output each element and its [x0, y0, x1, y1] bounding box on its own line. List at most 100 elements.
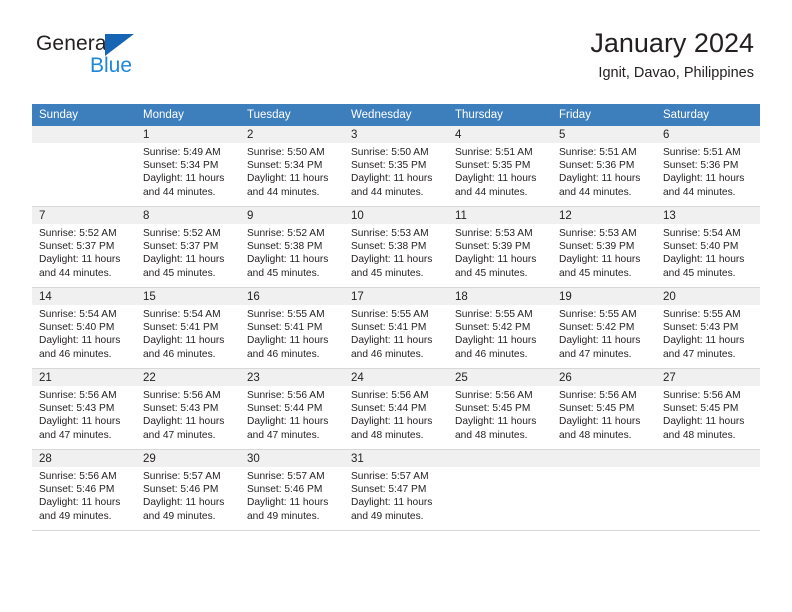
calendar-day-cell[interactable]: 25 Sunrise: 5:56 AM Sunset: 5:45 PM Dayligh… — [448, 368, 552, 450]
day-details: Sunrise: 5:54 AM Sunset: 5:40 PM Daylight:… — [32, 305, 136, 361]
calendar-day-cell[interactable]: 30 Sunrise: 5:57 AM Sunset: 5:46 PM Dayligh… — [240, 449, 344, 531]
daylight-text-line2: and 49 minutes. — [247, 510, 320, 522]
sunset-text: Sunset: 5:45 PM — [455, 403, 531, 415]
calendar-day-cell[interactable]: 20 Sunrise: 5:55 AM Sunset: 5:43 PM Dayligh… — [656, 287, 760, 369]
day-cell-inner: 26 Sunrise: 5:56 AM Sunset: 5:45 PM Dayligh… — [552, 369, 656, 449]
day-cell-inner: 16 Sunrise: 5:55 AM Sunset: 5:41 PM Dayligh… — [240, 288, 344, 368]
weekday-header-sunday: Sunday — [32, 104, 136, 126]
daylight-text-line2: and 44 minutes. — [39, 267, 112, 279]
daylight-text-line1: Daylight: 11 hours — [247, 335, 329, 347]
day-details: Sunrise: 5:53 AM Sunset: 5:38 PM Daylight:… — [344, 224, 448, 280]
calendar-day-cell[interactable]: 17 Sunrise: 5:55 AM Sunset: 5:41 PM Dayligh… — [344, 287, 448, 369]
calendar-empty-cell — [656, 449, 760, 531]
sunset-text: Sunset: 5:36 PM — [559, 160, 635, 172]
day-cell-inner — [656, 450, 760, 530]
sunset-text: Sunset: 5:47 PM — [351, 484, 427, 496]
calendar-day-cell[interactable]: 31 Sunrise: 5:57 AM Sunset: 5:47 PM Dayligh… — [344, 449, 448, 531]
day-cell-inner — [32, 126, 136, 206]
calendar-day-cell[interactable]: 9 Sunrise: 5:52 AM Sunset: 5:38 PM Daylight… — [240, 206, 344, 288]
day-cell-inner: 14 Sunrise: 5:54 AM Sunset: 5:40 PM Dayligh… — [32, 288, 136, 368]
calendar-day-cell[interactable]: 24 Sunrise: 5:56 AM Sunset: 5:44 PM Dayligh… — [344, 368, 448, 450]
day-number: 17 — [344, 288, 448, 305]
weekday-header-saturday: Saturday — [656, 104, 760, 126]
calendar-body: 1 Sunrise: 5:49 AM Sunset: 5:34 PM Daylight… — [32, 126, 760, 531]
calendar-day-cell[interactable]: 4 Sunrise: 5:51 AM Sunset: 5:35 PM Daylight… — [448, 126, 552, 207]
location-subtitle: Ignit, Davao, Philippines — [598, 65, 754, 82]
day-cell-inner: 3 Sunrise: 5:50 AM Sunset: 5:35 PM Daylight… — [344, 126, 448, 206]
sunrise-text: Sunrise: 5:56 AM — [559, 390, 637, 401]
sunrise-text: Sunrise: 5:55 AM — [559, 309, 637, 320]
logo-text-blue: Blue — [90, 54, 133, 77]
calendar-week-row: 14 Sunrise: 5:54 AM Sunset: 5:40 PM Dayligh… — [32, 287, 760, 369]
calendar-day-cell[interactable]: 23 Sunrise: 5:56 AM Sunset: 5:44 PM Dayligh… — [240, 368, 344, 450]
calendar-week-row: 21 Sunrise: 5:56 AM Sunset: 5:43 PM Dayligh… — [32, 368, 760, 450]
calendar-empty-cell — [32, 126, 136, 207]
calendar-day-cell[interactable]: 18 Sunrise: 5:55 AM Sunset: 5:42 PM Dayligh… — [448, 287, 552, 369]
logo-triangle-icon — [105, 34, 134, 56]
sunset-text: Sunset: 5:45 PM — [559, 403, 635, 415]
sunrise-text: Sunrise: 5:57 AM — [351, 471, 429, 482]
weekday-header-thursday: Thursday — [448, 104, 552, 126]
calendar-day-cell[interactable]: 26 Sunrise: 5:56 AM Sunset: 5:45 PM Dayligh… — [552, 368, 656, 450]
calendar-day-cell[interactable]: 15 Sunrise: 5:54 AM Sunset: 5:41 PM Dayligh… — [136, 287, 240, 369]
day-cell-inner: 17 Sunrise: 5:55 AM Sunset: 5:41 PM Dayligh… — [344, 288, 448, 368]
daylight-text-line1: Daylight: 11 hours — [39, 497, 121, 509]
day-number: 22 — [136, 369, 240, 386]
day-number: 29 — [136, 450, 240, 467]
day-number: 11 — [448, 207, 552, 224]
day-cell-inner: 2 Sunrise: 5:50 AM Sunset: 5:34 PM Daylight… — [240, 126, 344, 206]
daylight-text-line1: Daylight: 11 hours — [455, 254, 537, 266]
calendar-day-cell[interactable]: 3 Sunrise: 5:50 AM Sunset: 5:35 PM Daylight… — [344, 126, 448, 207]
weekday-header-tuesday: Tuesday — [240, 104, 344, 126]
calendar-day-cell[interactable]: 2 Sunrise: 5:50 AM Sunset: 5:34 PM Daylight… — [240, 126, 344, 207]
sunrise-text: Sunrise: 5:57 AM — [143, 471, 221, 482]
daylight-text-line1: Daylight: 11 hours — [143, 335, 225, 347]
calendar-day-cell[interactable]: 21 Sunrise: 5:56 AM Sunset: 5:43 PM Dayligh… — [32, 368, 136, 450]
calendar-day-cell[interactable]: 10 Sunrise: 5:53 AM Sunset: 5:38 PM Dayligh… — [344, 206, 448, 288]
calendar-day-cell[interactable]: 7 Sunrise: 5:52 AM Sunset: 5:37 PM Daylight… — [32, 206, 136, 288]
day-cell-inner: 5 Sunrise: 5:51 AM Sunset: 5:36 PM Daylight… — [552, 126, 656, 206]
calendar-empty-cell — [448, 449, 552, 531]
calendar-day-cell[interactable]: 5 Sunrise: 5:51 AM Sunset: 5:36 PM Daylight… — [552, 126, 656, 207]
day-number — [552, 450, 656, 467]
title-block: January 2024 Ignit, Davao, Philippines — [590, 28, 754, 82]
calendar-day-cell[interactable]: 28 Sunrise: 5:56 AM Sunset: 5:46 PM Dayligh… — [32, 449, 136, 531]
calendar-day-cell[interactable]: 1 Sunrise: 5:49 AM Sunset: 5:34 PM Daylight… — [136, 126, 240, 207]
sunrise-text: Sunrise: 5:52 AM — [247, 228, 325, 239]
calendar-table: Sunday Monday Tuesday Wednesday Thursday… — [32, 104, 760, 531]
day-details: Sunrise: 5:56 AM Sunset: 5:44 PM Daylight:… — [240, 386, 344, 442]
calendar-day-cell[interactable]: 29 Sunrise: 5:57 AM Sunset: 5:46 PM Dayligh… — [136, 449, 240, 531]
daylight-text-line2: and 44 minutes. — [247, 186, 320, 198]
calendar-day-cell[interactable]: 27 Sunrise: 5:56 AM Sunset: 5:45 PM Dayligh… — [656, 368, 760, 450]
day-details: Sunrise: 5:54 AM Sunset: 5:41 PM Daylight:… — [136, 305, 240, 361]
daylight-text-line2: and 48 minutes. — [351, 429, 424, 441]
day-details: Sunrise: 5:52 AM Sunset: 5:38 PM Daylight:… — [240, 224, 344, 280]
calendar-day-cell[interactable]: 6 Sunrise: 5:51 AM Sunset: 5:36 PM Daylight… — [656, 126, 760, 207]
calendar-day-cell[interactable]: 14 Sunrise: 5:54 AM Sunset: 5:40 PM Dayligh… — [32, 287, 136, 369]
calendar-day-cell[interactable]: 22 Sunrise: 5:56 AM Sunset: 5:43 PM Dayligh… — [136, 368, 240, 450]
sunset-text: Sunset: 5:40 PM — [39, 322, 115, 334]
day-number: 30 — [240, 450, 344, 467]
day-cell-inner: 9 Sunrise: 5:52 AM Sunset: 5:38 PM Daylight… — [240, 207, 344, 287]
day-details: Sunrise: 5:55 AM Sunset: 5:41 PM Daylight:… — [344, 305, 448, 361]
calendar-day-cell[interactable]: 8 Sunrise: 5:52 AM Sunset: 5:37 PM Daylight… — [136, 206, 240, 288]
day-number: 28 — [32, 450, 136, 467]
sunrise-text: Sunrise: 5:51 AM — [455, 147, 533, 158]
day-details: Sunrise: 5:56 AM Sunset: 5:45 PM Daylight:… — [552, 386, 656, 442]
generalblue-logo[interactable]: General Blue — [36, 33, 276, 89]
day-number: 23 — [240, 369, 344, 386]
sunrise-text: Sunrise: 5:56 AM — [247, 390, 325, 401]
calendar-day-cell[interactable]: 11 Sunrise: 5:53 AM Sunset: 5:39 PM Dayligh… — [448, 206, 552, 288]
day-number: 3 — [344, 126, 448, 143]
calendar-day-cell[interactable]: 13 Sunrise: 5:54 AM Sunset: 5:40 PM Dayligh… — [656, 206, 760, 288]
daylight-text-line2: and 44 minutes. — [663, 186, 736, 198]
day-details: Sunrise: 5:51 AM Sunset: 5:36 PM Daylight:… — [656, 143, 760, 199]
sunset-text: Sunset: 5:39 PM — [559, 241, 635, 253]
calendar-day-cell[interactable]: 19 Sunrise: 5:55 AM Sunset: 5:42 PM Dayligh… — [552, 287, 656, 369]
daylight-text-line1: Daylight: 11 hours — [663, 335, 745, 347]
daylight-text-line1: Daylight: 11 hours — [39, 254, 121, 266]
daylight-text-line2: and 48 minutes. — [559, 429, 632, 441]
daylight-text-line1: Daylight: 11 hours — [247, 173, 329, 185]
calendar-day-cell[interactable]: 12 Sunrise: 5:53 AM Sunset: 5:39 PM Dayligh… — [552, 206, 656, 288]
calendar-day-cell[interactable]: 16 Sunrise: 5:55 AM Sunset: 5:41 PM Dayligh… — [240, 287, 344, 369]
